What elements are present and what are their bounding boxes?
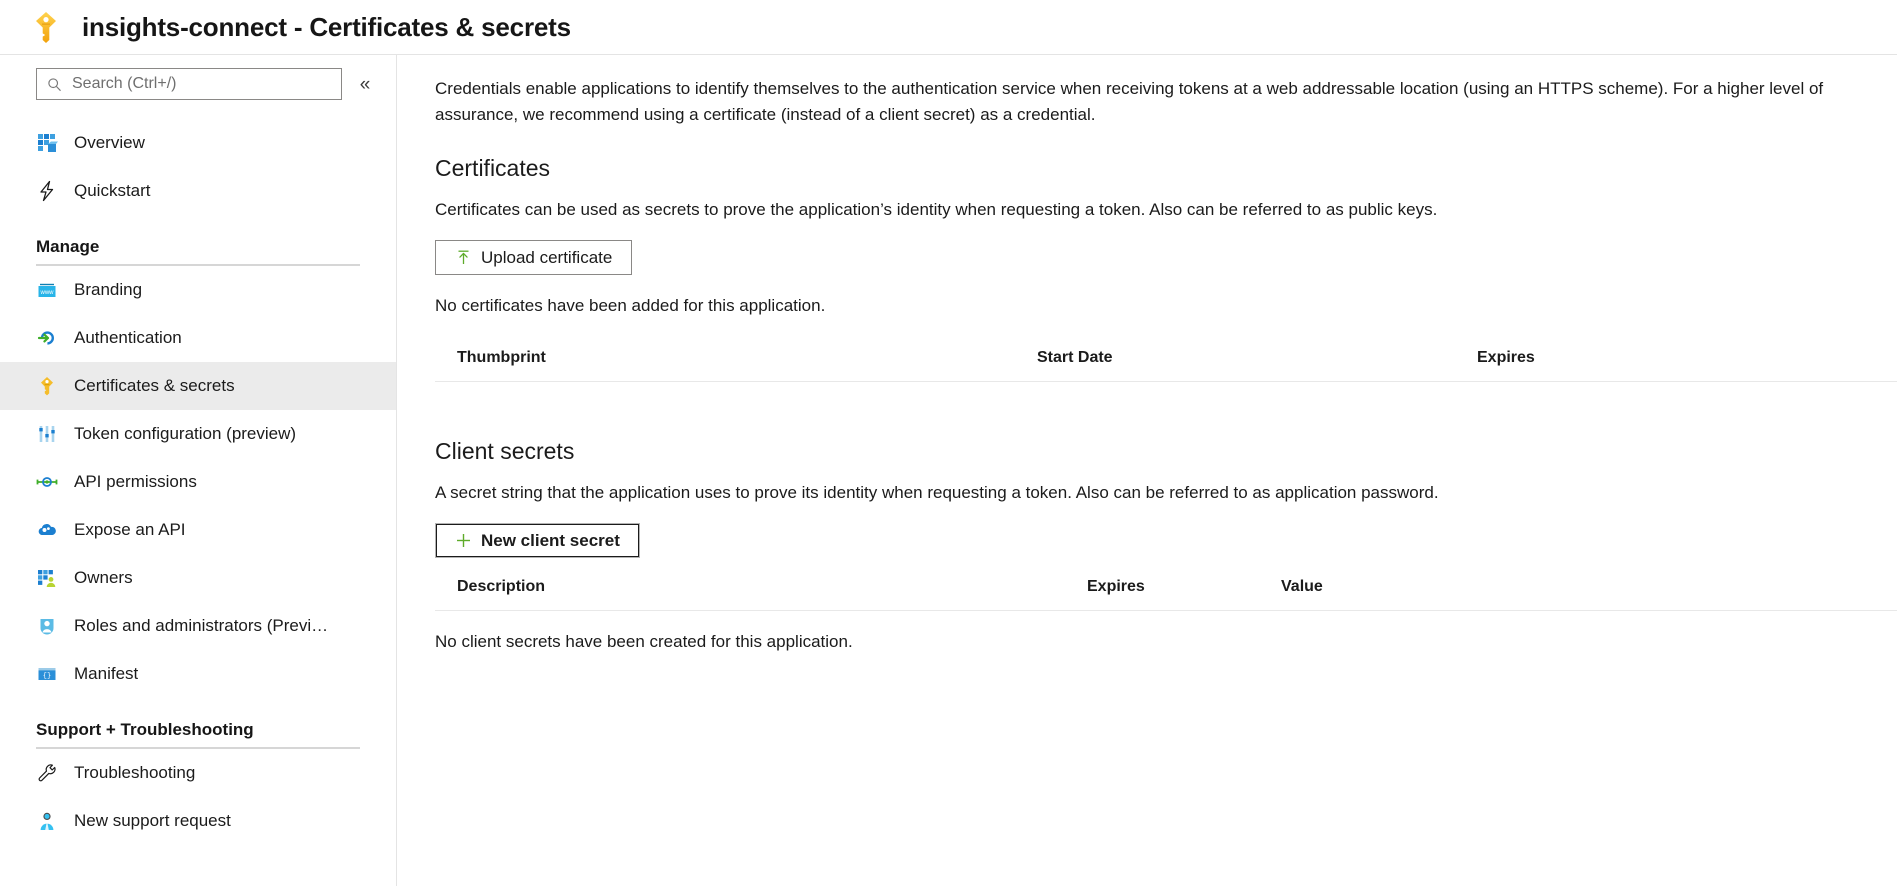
column-header-thumbprint[interactable]: Thumbprint [435, 349, 1037, 382]
sidebar-search-row: « [0, 67, 396, 101]
client-secrets-description: A secret string that the application use… [435, 481, 1897, 505]
client-secrets-heading: Client secrets [435, 438, 1897, 465]
sidebar-section-manage: Manage [0, 215, 396, 266]
page-title: insights-connect - Certificates & secret… [82, 12, 571, 43]
table-header-row: Thumbprint Start Date Expires [435, 349, 1897, 382]
sidebar-item-label: Overview [74, 133, 145, 153]
collapse-sidebar-button[interactable]: « [350, 69, 380, 99]
column-header-start-date[interactable]: Start Date [1037, 349, 1477, 382]
sliders-icon [36, 423, 58, 445]
lightning-bolt-icon [36, 180, 58, 202]
connector-node-icon [36, 471, 58, 493]
browser-www-icon: www [36, 279, 58, 301]
column-header-value[interactable]: Value [1281, 578, 1897, 611]
cloud-gears-icon [36, 519, 58, 541]
arrow-in-circle-icon [36, 327, 58, 349]
svg-text:{}: {} [43, 673, 51, 681]
client-secrets-empty-message: No client secrets have been created for … [435, 632, 1897, 652]
search-icon [47, 77, 62, 92]
sidebar-item-troubleshooting[interactable]: Troubleshooting [0, 749, 396, 797]
intro-paragraph: Credentials enable applications to ident… [435, 76, 1897, 128]
certificates-empty-message: No certificates have been added for this… [435, 296, 1897, 316]
column-header-description[interactable]: Description [435, 578, 1087, 611]
client-secrets-table: Description Expires Value [435, 578, 1897, 611]
key-icon [36, 375, 58, 397]
upload-certificate-button[interactable]: Upload certificate [435, 240, 632, 275]
search-input[interactable] [72, 75, 341, 93]
upload-arrow-icon [455, 249, 472, 266]
sidebar-item-overview[interactable]: Overview [0, 119, 396, 167]
sidebar-item-label: Roles and administrators (Previ… [74, 616, 328, 636]
sidebar-item-expose-an-api[interactable]: Expose an API [0, 506, 396, 554]
certificates-description: Certificates can be used as secrets to p… [435, 198, 1897, 222]
plus-icon [455, 532, 472, 549]
braces-icon: {} [36, 663, 58, 685]
sidebar-item-new-support-request[interactable]: New support request [0, 797, 396, 845]
main-content: Credentials enable applications to ident… [397, 55, 1897, 886]
sidebar-item-label: Manifest [74, 664, 138, 684]
sidebar-item-quickstart[interactable]: Quickstart [0, 167, 396, 215]
sidebar-item-label: Quickstart [74, 181, 151, 201]
sidebar-item-label: Expose an API [74, 520, 186, 540]
sidebar-item-owners[interactable]: Owners [0, 554, 396, 602]
column-header-expires[interactable]: Expires [1087, 578, 1281, 611]
sidebar-item-label: Owners [74, 568, 133, 588]
certificates-table: Thumbprint Start Date Expires [435, 349, 1897, 382]
sidebar-item-label: New support request [74, 811, 231, 831]
sidebar-item-label: Certificates & secrets [74, 376, 235, 396]
sidebar-item-manifest[interactable]: {} Manifest [0, 650, 396, 698]
client-secrets-section: Client secrets A secret string that the … [435, 438, 1897, 652]
sidebar-item-label: API permissions [74, 472, 197, 492]
sidebar-item-api-permissions[interactable]: API permissions [0, 458, 396, 506]
sidebar-section-title: Manage [36, 237, 360, 264]
sidebar-item-branding[interactable]: www Branding [0, 266, 396, 314]
shield-person-icon [36, 615, 58, 637]
upload-certificate-label: Upload certificate [481, 248, 612, 268]
certificates-section: Certificates Certificates can be used as… [435, 155, 1897, 382]
sidebar-item-certificates-and-secrets[interactable]: Certificates & secrets [0, 362, 396, 410]
sidebar-item-authentication[interactable]: Authentication [0, 314, 396, 362]
sidebar-section-support: Support + Troubleshooting [0, 698, 396, 749]
support-person-icon [36, 810, 58, 832]
sidebar-item-label: Token configuration (preview) [74, 424, 296, 444]
certificates-heading: Certificates [435, 155, 1897, 182]
sidebar-item-label: Authentication [74, 328, 182, 348]
overview-grid-icon [36, 132, 58, 154]
sidebar-item-roles-and-administrators[interactable]: Roles and administrators (Previ… [0, 602, 396, 650]
table-header-row: Description Expires Value [435, 578, 1897, 611]
column-header-expires[interactable]: Expires [1477, 349, 1897, 382]
sidebar-item-label: Troubleshooting [74, 763, 195, 783]
wrench-icon [36, 762, 58, 784]
svg-text:www: www [40, 290, 55, 296]
sidebar-top-items: Overview Quickstart [0, 119, 396, 215]
sidebar-item-label: Branding [74, 280, 142, 300]
grid-person-icon [36, 567, 58, 589]
page-header: insights-connect - Certificates & secret… [0, 0, 1897, 54]
sidebar: « Overview [0, 55, 397, 886]
sidebar-item-token-configuration[interactable]: Token configuration (preview) [0, 410, 396, 458]
search-box[interactable] [36, 68, 342, 100]
key-icon [31, 10, 61, 44]
new-client-secret-label: New client secret [481, 531, 620, 551]
sidebar-section-title: Support + Troubleshooting [36, 720, 360, 747]
new-client-secret-button[interactable]: New client secret [435, 523, 640, 558]
